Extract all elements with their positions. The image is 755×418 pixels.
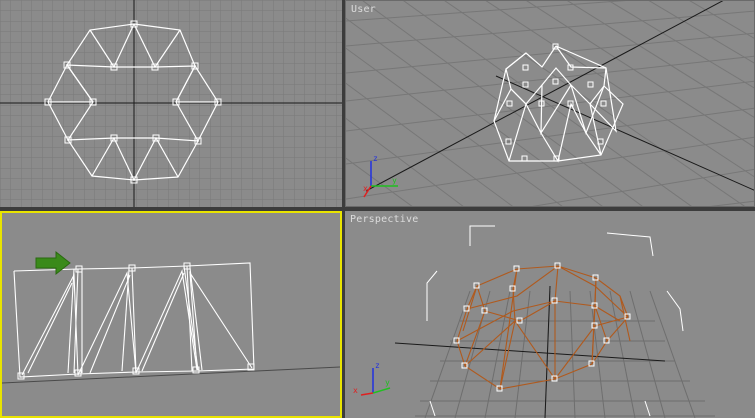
axis-z-label: z — [375, 361, 380, 370]
front-view-canvas — [2, 250, 340, 384]
world-axis-x — [365, 1, 724, 192]
viewport-top[interactable] — [0, 0, 342, 207]
top-view-canvas — [0, 0, 342, 207]
axis-x-label: x — [363, 184, 368, 193]
axis-tripod: z y x — [353, 361, 391, 396]
axis-z-label: z — [373, 154, 378, 163]
user-view-canvas: z y x — [346, 1, 754, 206]
star-mesh-selected-wireframe[interactable] — [456, 265, 631, 390]
axis-y-label: y — [392, 176, 397, 185]
perspective-grid — [346, 1, 754, 206]
axis-tripod: z y x — [363, 154, 398, 198]
viewport-user[interactable]: z y x User — [345, 0, 755, 207]
viewport-label[interactable]: User — [351, 4, 376, 15]
viewport-perspective[interactable]: z y x Perspective — [345, 211, 755, 418]
axis-y-label: y — [385, 378, 390, 387]
world-axis-x — [394, 342, 666, 362]
viewport-label[interactable]: Perspective — [350, 214, 418, 225]
star-mesh-wireframe[interactable] — [13, 262, 255, 378]
perspective-view-canvas: z y x — [353, 225, 715, 418]
axis-x-label: x — [353, 386, 358, 395]
viewport-front[interactable] — [0, 211, 342, 418]
